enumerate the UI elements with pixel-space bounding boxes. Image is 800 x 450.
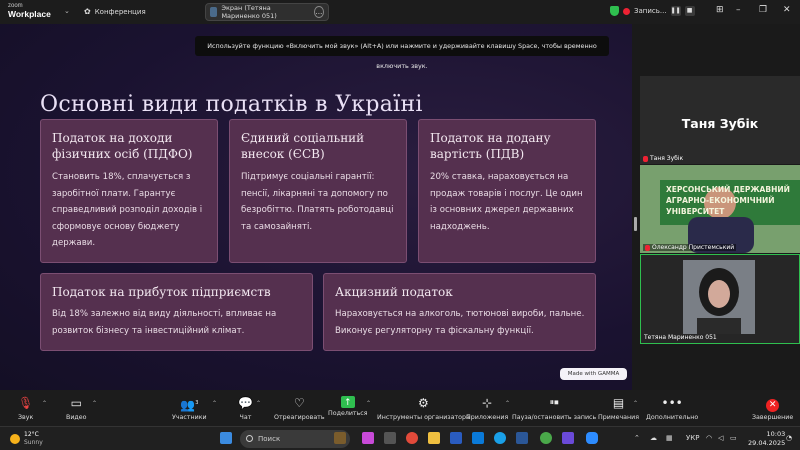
pause-stop-icon: ⏸⏹: [549, 398, 559, 408]
language-indicator[interactable]: УКР: [686, 434, 699, 442]
paw-icon: ✿: [84, 7, 91, 16]
notes-icon: ▤: [612, 396, 625, 410]
chevron-up-icon[interactable]: ⌃: [256, 400, 261, 407]
task-view-icon[interactable]: [384, 432, 396, 444]
skype-icon[interactable]: [494, 432, 506, 444]
chevron-down-icon[interactable]: ⌄: [64, 7, 70, 15]
card-esv: Єдиний соціальний внесок (ЄСВ) Підтримує…: [229, 119, 407, 263]
participants-icon: 👥: [180, 398, 196, 412]
store-icon[interactable]: [450, 432, 462, 444]
chat-icon: 💬: [238, 396, 253, 410]
security-shield-icon[interactable]: [610, 6, 619, 16]
participants-button[interactable]: 👥3 Участники: [172, 396, 207, 421]
university-banner-text: ХЕРСОНСЬКИЙ ДЕРЖАВНИЙ АГРАРНО-ЕКОНОМІЧНИ…: [666, 185, 790, 216]
participant-tile-active[interactable]: Тетяна Мариненко 051: [640, 254, 800, 344]
viber-icon[interactable]: [562, 432, 574, 444]
tray-icon[interactable]: ▦: [666, 434, 673, 442]
chevron-up-icon[interactable]: ⌃: [633, 400, 638, 407]
card-profit-tax: Податок на прибуток підприємств Від 18% …: [40, 273, 313, 351]
avatar: [210, 7, 218, 17]
battery-icon[interactable]: ▭: [730, 434, 737, 442]
card-pdv: Податок на додану вартість (ПДВ) 20% ста…: [418, 119, 596, 263]
end-call-icon: ✕: [766, 399, 780, 412]
copilot-icon[interactable]: [362, 432, 374, 444]
chevron-up-icon[interactable]: ⌃: [212, 400, 217, 407]
search-icon: [246, 435, 253, 442]
pause-stop-recording-button[interactable]: ⏸⏹ Пауза/остановить запись: [512, 396, 596, 421]
participant-tile[interactable]: ХЕРСОНСЬКИЙ ДЕРЖАВНИЙ АГРАРНО-ЕКОНОМІЧНИ…: [640, 165, 800, 253]
chat-button[interactable]: 💬 Чат: [238, 396, 253, 421]
more-icon: •••: [661, 396, 683, 410]
view-icon[interactable]: ⊞: [716, 5, 724, 15]
participants-count: 3: [195, 400, 199, 406]
camera-icon: ▭: [70, 396, 82, 410]
windows-taskbar: 12°C Sunny Поиск ⌃ ☁ ▦ УКР ◠ ◁ ▭ 10:03 29…: [0, 426, 800, 450]
windows-start-icon[interactable]: [220, 432, 232, 444]
made-with-badge[interactable]: Made with GAMMA: [560, 368, 627, 380]
audio-button[interactable]: 🎙 Звук: [18, 396, 33, 421]
participant-tile[interactable]: Таня Зубік Таня Зубік: [640, 76, 800, 164]
cloud-icon[interactable]: ☁: [650, 434, 657, 442]
mic-muted-icon: 🎙: [18, 396, 34, 410]
chrome-icon[interactable]: [406, 432, 418, 444]
wifi-icon[interactable]: ◠: [706, 434, 712, 442]
meeting-controls: 🎙 Звук ⌃ ▭ Видео ⌃ 👥3 Участники ⌃ 💬 Чат …: [0, 390, 800, 426]
more-button[interactable]: ••• Дополнительно: [646, 396, 698, 421]
react-button[interactable]: ♡ Отреагировать: [274, 396, 325, 421]
host-tools-button[interactable]: ⚙ Инструменты организатора: [377, 396, 470, 421]
panel-resize-handle[interactable]: [634, 217, 637, 231]
chrome-profile-icon[interactable]: [540, 432, 552, 444]
card-excise: Акцизний податок Нараховується на алкого…: [323, 273, 596, 351]
mic-muted-icon: [645, 244, 650, 251]
apps-icon: ⊹: [482, 396, 493, 410]
zoom-taskbar-icon[interactable]: [586, 432, 598, 444]
share-button[interactable]: ↑ Поделиться: [328, 396, 368, 417]
slide-title: Основні види податків в Україні: [40, 92, 423, 117]
weather-widget[interactable]: 12°C Sunny: [10, 431, 43, 446]
chevron-up-icon[interactable]: ⌃: [42, 400, 47, 407]
more-options-icon[interactable]: …: [313, 6, 324, 18]
record-dot-icon: [623, 7, 630, 15]
screen-share-indicator[interactable]: Экран (Тетяна Мариненко 051) …: [205, 3, 329, 21]
apps-button[interactable]: ⊹ Приложения: [466, 396, 508, 421]
zoom-logo: zoom Workplace: [8, 3, 51, 19]
edge-icon[interactable]: [472, 432, 484, 444]
face: [708, 280, 730, 308]
title-bar: zoom Workplace ⌄ ✿ Конференция Экран (Те…: [0, 0, 800, 24]
close-icon[interactable]: ✕: [783, 5, 791, 15]
stop-recording-icon[interactable]: ■: [684, 6, 695, 16]
host-tools-icon: ⚙: [418, 396, 429, 410]
notification-icon[interactable]: ◔: [786, 434, 792, 442]
share-screen-icon: ↑: [340, 396, 355, 408]
recording-status: Запись... ❚❚ ■: [610, 6, 695, 16]
sun-icon: [10, 433, 20, 444]
pause-recording-icon[interactable]: ❚❚: [670, 6, 681, 16]
volume-icon[interactable]: ◁: [718, 434, 723, 442]
shoulders: [697, 318, 741, 334]
end-meeting-button[interactable]: ✕ Завершение: [752, 396, 793, 421]
mic-muted-icon: [643, 155, 648, 162]
card-pdfo: Податок на доходи фізичних осіб (ПДФО) С…: [40, 119, 218, 263]
participant-video: [683, 260, 755, 334]
word-icon[interactable]: [516, 432, 528, 444]
clock[interactable]: 10:03 29.04.2025: [748, 430, 785, 448]
chevron-up-icon[interactable]: ⌃: [366, 400, 371, 407]
chevron-up-icon[interactable]: ⌃: [634, 434, 640, 442]
meeting-info-button[interactable]: ✿ Конференция: [84, 7, 146, 16]
widget-icon: [334, 432, 346, 444]
maximize-icon[interactable]: ❐: [759, 5, 767, 15]
unmute-hint-banner: Используйте функцию «Включить мой звук» …: [195, 36, 609, 70]
heart-icon: ♡: [293, 396, 305, 410]
video-button[interactable]: ▭ Видео: [66, 396, 87, 421]
zoom-window: zoom Workplace ⌄ ✿ Конференция Экран (Те…: [0, 0, 800, 450]
chevron-up-icon[interactable]: ⌃: [92, 400, 97, 407]
shared-screen: Основні види податків в Україні Податок …: [0, 24, 632, 390]
chevron-up-icon[interactable]: ⌃: [505, 400, 510, 407]
file-explorer-icon[interactable]: [428, 432, 440, 444]
minimize-icon[interactable]: –: [736, 5, 741, 15]
